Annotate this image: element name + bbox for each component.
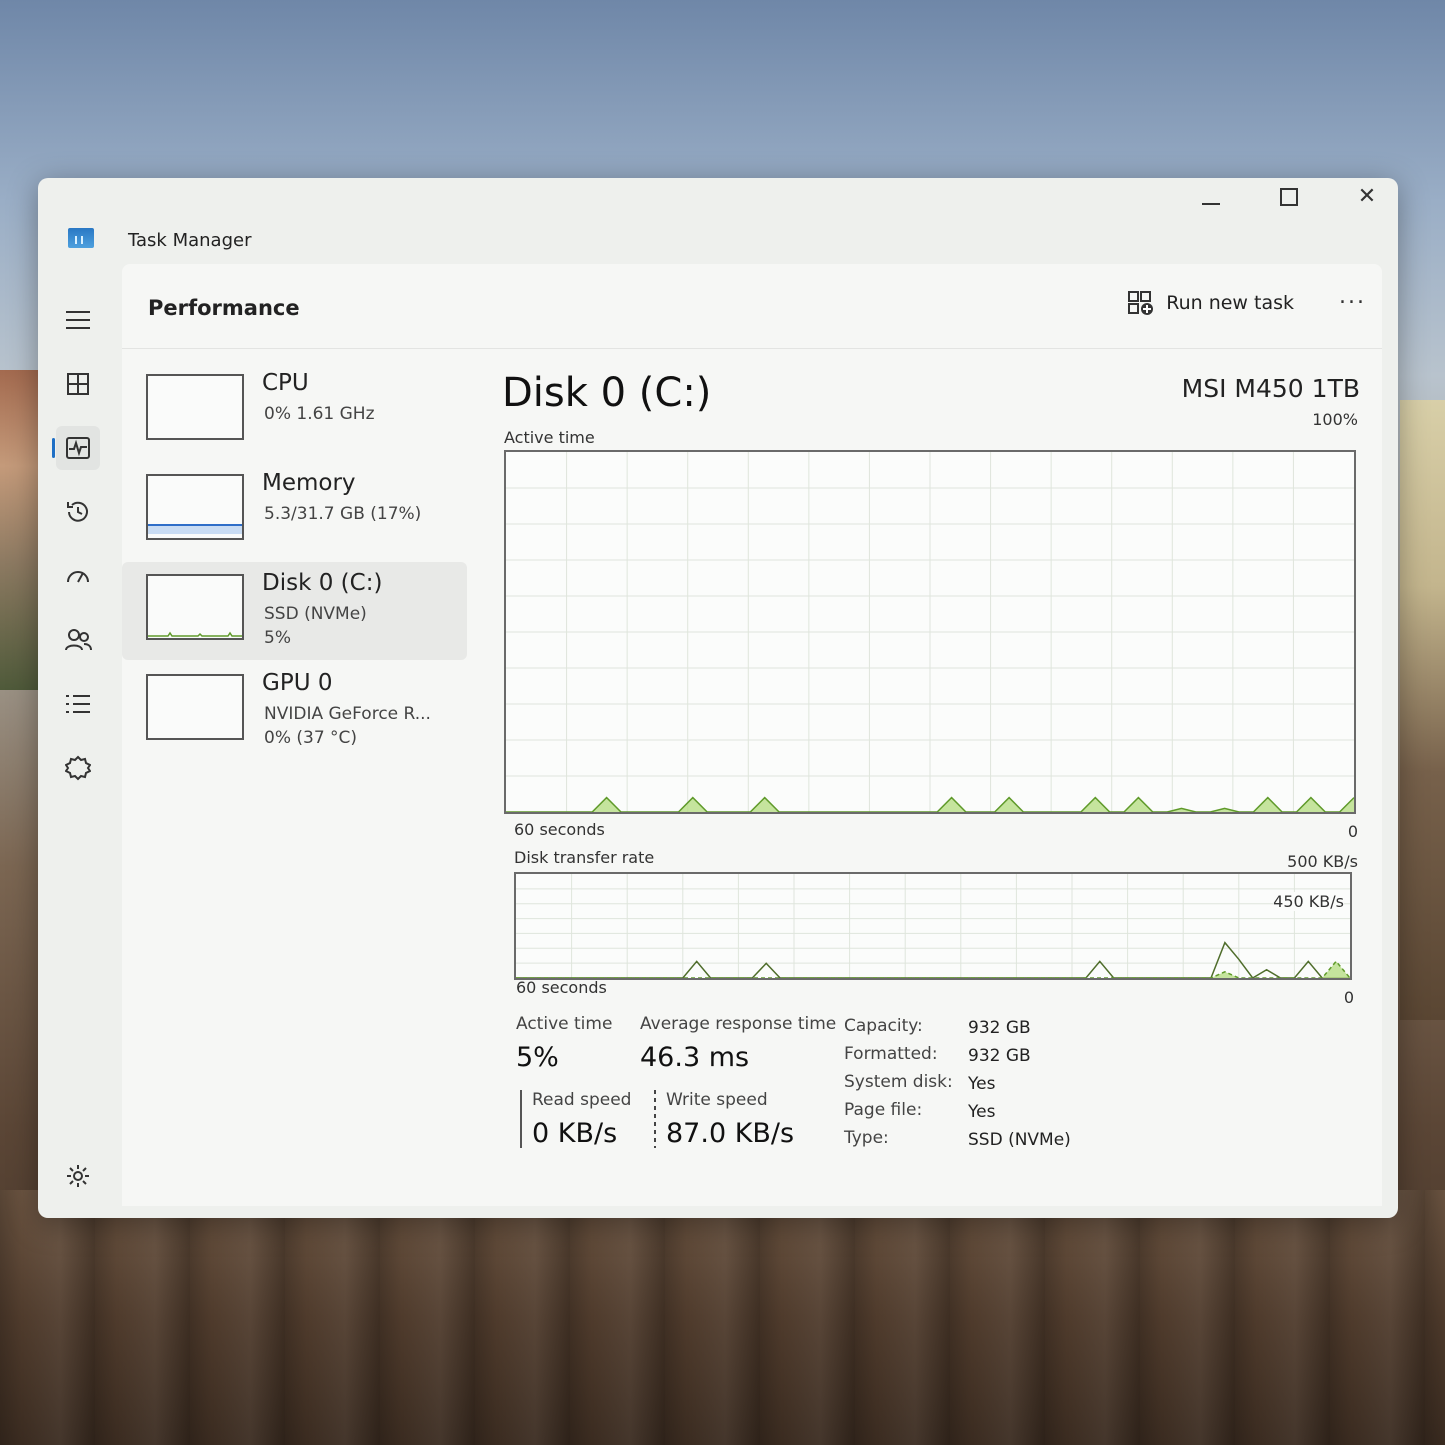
device-name: CPU <box>262 370 309 396</box>
device-cpu[interactable]: CPU 0% 1.61 GHz <box>122 362 467 460</box>
write-speed-area <box>516 961 1350 978</box>
page-file-label: Page file: <box>844 1100 923 1120</box>
transfer-rate-axis-left: 60 seconds <box>516 978 607 997</box>
close-icon: ✕ <box>1357 184 1377 209</box>
settings-icon <box>67 1165 89 1187</box>
services-icon <box>65 755 91 781</box>
system-disk-label: System disk: <box>844 1072 953 1092</box>
performance-icon <box>66 437 90 459</box>
read-speed-indicator <box>520 1090 522 1148</box>
hamburger-icon <box>66 311 90 329</box>
page-header: Performance Run new task ... <box>122 264 1382 349</box>
nav-services[interactable] <box>56 746 100 790</box>
content-pane: Performance Run new task ... CPU 0% 1.61… <box>122 264 1382 1206</box>
nav-processes[interactable] <box>56 362 100 406</box>
device-usage: 0% (37 °C) <box>264 728 358 748</box>
run-task-icon <box>1128 291 1154 315</box>
transfer-rate-chart <box>516 874 1350 978</box>
gpu-thumbnail-graph <box>146 674 244 740</box>
task-manager-app-icon <box>68 228 94 248</box>
startup-apps-icon <box>67 571 89 583</box>
active-time-stat-value: 5% <box>516 1042 559 1073</box>
processes-icon <box>67 373 89 395</box>
system-disk-value: Yes <box>968 1074 996 1094</box>
background-building-right <box>1400 400 1445 1020</box>
active-time-chart <box>506 452 1354 812</box>
title-bar[interactable]: Task Manager ✕ <box>38 178 1398 258</box>
device-detail: SSD (NVMe) <box>264 604 367 624</box>
active-time-axis-left: 60 seconds <box>514 820 605 839</box>
nav-details[interactable] <box>56 682 100 726</box>
device-memory[interactable]: Memory 5.3/31.7 GB (17%) <box>122 462 467 560</box>
page-file-value: Yes <box>968 1102 996 1122</box>
minimize-button[interactable] <box>1188 180 1234 214</box>
avg-response-stat-label: Average response time <box>640 1014 837 1034</box>
transfer-rate-max-label: 500 KB/s <box>1287 852 1358 871</box>
nav-settings[interactable] <box>56 1154 100 1198</box>
read-speed-label: Read speed <box>532 1090 632 1110</box>
task-manager-window: Task Manager ✕ Performance Run new task … <box>38 178 1398 1218</box>
avg-response-stat-value: 46.3 ms <box>640 1042 750 1073</box>
device-usage: 5% <box>264 628 291 648</box>
maximize-icon <box>1280 188 1298 206</box>
write-speed-value: 87.0 KB/s <box>666 1118 795 1149</box>
minimize-icon <box>1202 203 1220 205</box>
hamburger-menu-button[interactable] <box>56 298 100 342</box>
device-name: GPU 0 <box>262 670 333 696</box>
device-name: Disk 0 (C:) <box>262 570 383 596</box>
write-speed-indicator <box>654 1090 656 1148</box>
transfer-rate-axis-right: 0 <box>1343 988 1354 1007</box>
background-cliff <box>0 1190 1445 1445</box>
nav-app-history[interactable] <box>56 490 100 534</box>
more-options-button[interactable]: ... <box>1339 284 1366 309</box>
active-time-axis-right: 0 <box>1347 822 1358 841</box>
details-icon <box>66 695 90 713</box>
cpu-thumbnail-graph <box>146 374 244 440</box>
device-detail: NVIDIA GeForce R... <box>264 704 431 724</box>
transfer-rate-inner-label: 450 KB/s <box>1273 892 1344 911</box>
disk-thumbnail-line <box>148 631 242 637</box>
app-history-icon <box>67 501 88 522</box>
disk-title: Disk 0 (C:) <box>502 370 712 416</box>
page-title: Performance <box>148 296 300 320</box>
active-time-graph <box>504 450 1356 814</box>
navigation-rail <box>38 288 122 1218</box>
users-icon <box>65 629 92 651</box>
transfer-rate-graph: 450 KB/s <box>514 872 1352 980</box>
run-new-task-button[interactable]: Run new task <box>1128 286 1294 320</box>
device-detail: 5.3/31.7 GB (17%) <box>264 504 422 524</box>
active-time-max-label: 100% <box>1312 410 1358 429</box>
disk-model: MSI M450 1TB <box>1181 374 1360 403</box>
device-disk-0[interactable]: Disk 0 (C:) SSD (NVMe) 5% <box>122 562 467 660</box>
disk-thumbnail-graph <box>146 574 244 640</box>
device-gpu-0[interactable]: GPU 0 NVIDIA GeForce R... 0% (37 °C) <box>122 662 467 760</box>
device-detail: 0% 1.61 GHz <box>264 404 375 424</box>
nav-startup-apps[interactable] <box>56 554 100 598</box>
device-list: CPU 0% 1.61 GHz Memory 5.3/31.7 GB (17%)… <box>122 362 467 762</box>
window-title: Task Manager <box>128 230 252 251</box>
write-speed-label: Write speed <box>666 1090 768 1110</box>
maximize-button[interactable] <box>1266 180 1312 214</box>
capacity-label: Capacity: <box>844 1016 923 1036</box>
formatted-label: Formatted: <box>844 1044 938 1064</box>
memory-usage-line <box>148 524 242 534</box>
capacity-value: 932 GB <box>968 1018 1031 1038</box>
active-time-graph-label: Active time <box>504 428 595 447</box>
memory-thumbnail-graph <box>146 474 244 540</box>
close-button[interactable]: ✕ <box>1344 180 1390 214</box>
run-new-task-label: Run new task <box>1166 292 1294 314</box>
disk-detail-panel: Disk 0 (C:) MSI M450 1TB Active time 100… <box>494 362 1362 1206</box>
formatted-value: 932 GB <box>968 1046 1031 1066</box>
read-speed-value: 0 KB/s <box>532 1118 618 1149</box>
device-name: Memory <box>262 470 356 496</box>
type-label: Type: <box>844 1128 889 1148</box>
active-time-stat-label: Active time <box>516 1014 613 1034</box>
type-value: SSD (NVMe) <box>968 1130 1071 1150</box>
nav-users[interactable] <box>56 618 100 662</box>
transfer-rate-graph-label: Disk transfer rate <box>514 848 655 867</box>
nav-performance[interactable] <box>52 426 100 470</box>
